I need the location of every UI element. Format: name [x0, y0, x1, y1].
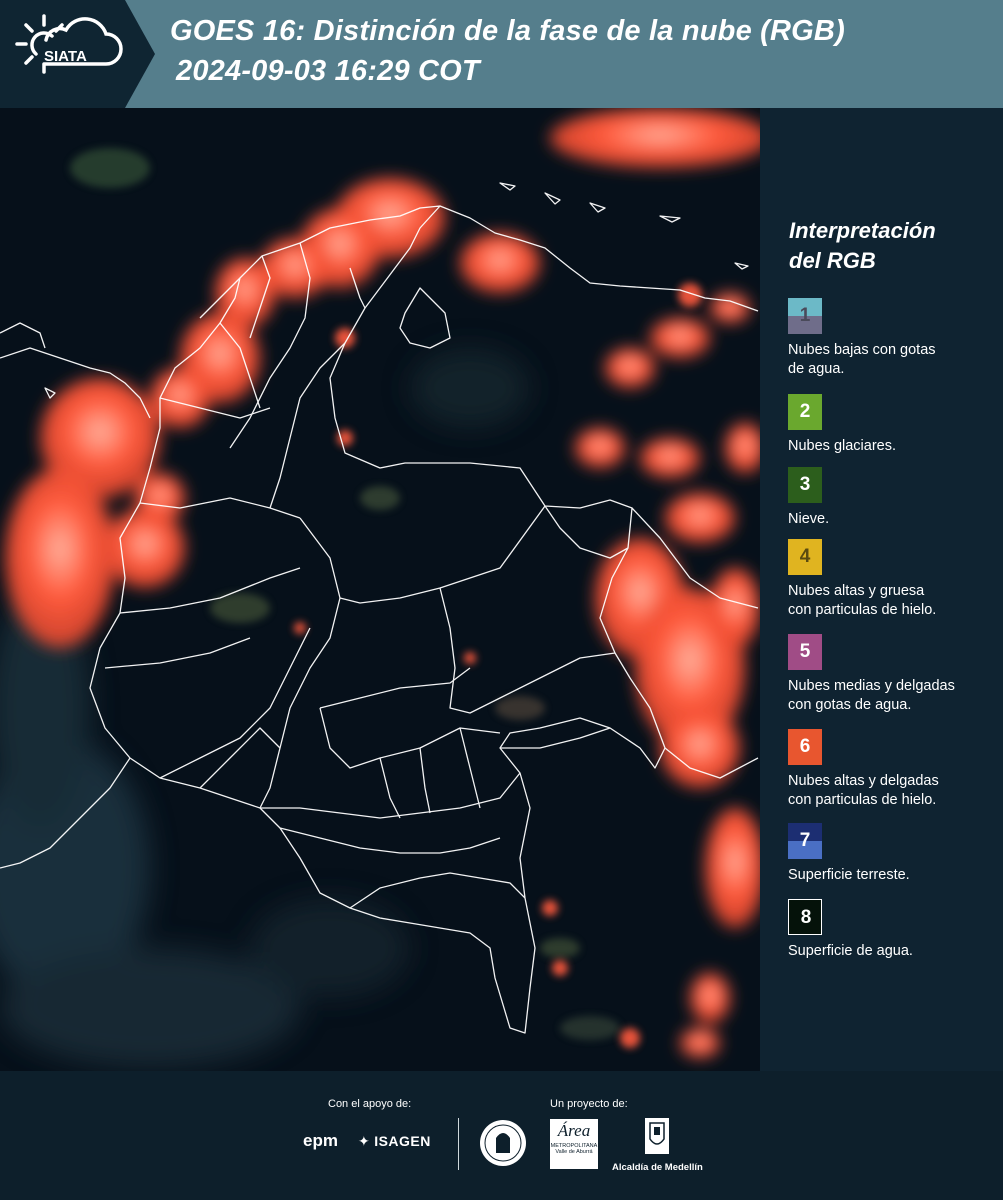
legend-swatch-1: 1 — [788, 298, 822, 334]
legend-number: 8 — [800, 907, 812, 928]
area-metropolitana-logo: Área METROPOLITANA Valle de Aburrá — [550, 1119, 598, 1169]
isagen-logo: ✦ ISAGEN — [358, 1133, 431, 1149]
legend-swatch-6: 6 — [788, 729, 822, 765]
legend-label: Nieve. — [788, 511, 830, 527]
project-caption: Un proyecto de: — [550, 1098, 628, 1110]
seal-logo-icon — [480, 1120, 526, 1166]
legend-swatch-4: 4 — [788, 539, 822, 575]
header-bar: SIATA GOES 16: Distinción de la fase de … — [0, 0, 1003, 108]
legend-swatch-7: 7 — [788, 823, 822, 859]
legend-label: Nubes medias y delgadas con gotas de agua… — [788, 678, 955, 713]
legend-number: 3 — [799, 474, 811, 495]
siata-logo-icon: SIATA — [15, 14, 123, 74]
footer-divider — [458, 1118, 459, 1170]
legend-label: Superficie terreste. — [788, 867, 910, 883]
support-caption: Con el apoyo de: — [328, 1098, 412, 1110]
legend-number: 5 — [799, 641, 811, 662]
legend-number: 7 — [799, 830, 811, 851]
legend-item-2: 2 Nubes glaciares. — [788, 394, 998, 456]
legend-label: Nubes glaciares. — [788, 438, 896, 454]
legend-item-7: 7 Superficie terreste. — [788, 823, 998, 885]
legend-label: Nubes altas y gruesa con particulas de hi… — [788, 583, 937, 618]
legend-item-8: 8 Superficie de agua. — [788, 899, 998, 961]
epm-logo: epm — [303, 1131, 338, 1150]
legend-title: Interpretación del RGB — [789, 218, 936, 273]
legend-number: 6 — [799, 736, 811, 757]
footer: Con el apoyo de: Un proyecto de: epm ✦ I… — [0, 1071, 1003, 1200]
page-timestamp: 2024-09-03 16:29 COT — [176, 55, 480, 87]
legend-item-5: 5 Nubes medias y delgadas con gotas de agu… — [788, 634, 998, 715]
legend-item-6: 6 Nubes altas y delgadas con particulas de… — [788, 729, 998, 810]
isagen-mark-icon: ✦ — [358, 1133, 370, 1149]
legend-panel: Interpretación del RGB 1 Nubes bajas con … — [760, 108, 1003, 1071]
alcaldia-shield-icon — [645, 1118, 669, 1154]
legend-item-1: 1 Nubes bajas con gotas de agua. — [788, 298, 998, 379]
legend-swatch-3: 3 — [788, 467, 822, 503]
legend-item-3: 3 Nieve. — [788, 467, 998, 529]
legend-number: 1 — [799, 305, 811, 326]
legend-item-4: 4 Nubes altas y gruesa con particulas de h… — [788, 539, 998, 620]
legend-swatch-2: 2 — [788, 394, 822, 430]
alcaldia-logo: Alcaldía de Medellín — [612, 1117, 703, 1173]
legend-number: 4 — [799, 546, 811, 567]
legend-swatch-8: 8 — [788, 899, 822, 935]
satellite-map — [0, 108, 760, 1071]
page-title: GOES 16: Distinción de la fase de la nub… — [170, 15, 845, 47]
legend-label: Nubes bajas con gotas de agua. — [788, 342, 936, 377]
siata-logo: SIATA — [0, 0, 155, 108]
legend-label: Superficie de agua. — [788, 943, 913, 959]
legend-label: Nubes altas y delgadas con particulas de … — [788, 773, 939, 808]
svg-text:SIATA: SIATA — [44, 48, 87, 65]
legend-swatch-5: 5 — [788, 634, 822, 670]
satellite-image — [0, 108, 760, 1071]
legend-number: 2 — [799, 401, 811, 422]
